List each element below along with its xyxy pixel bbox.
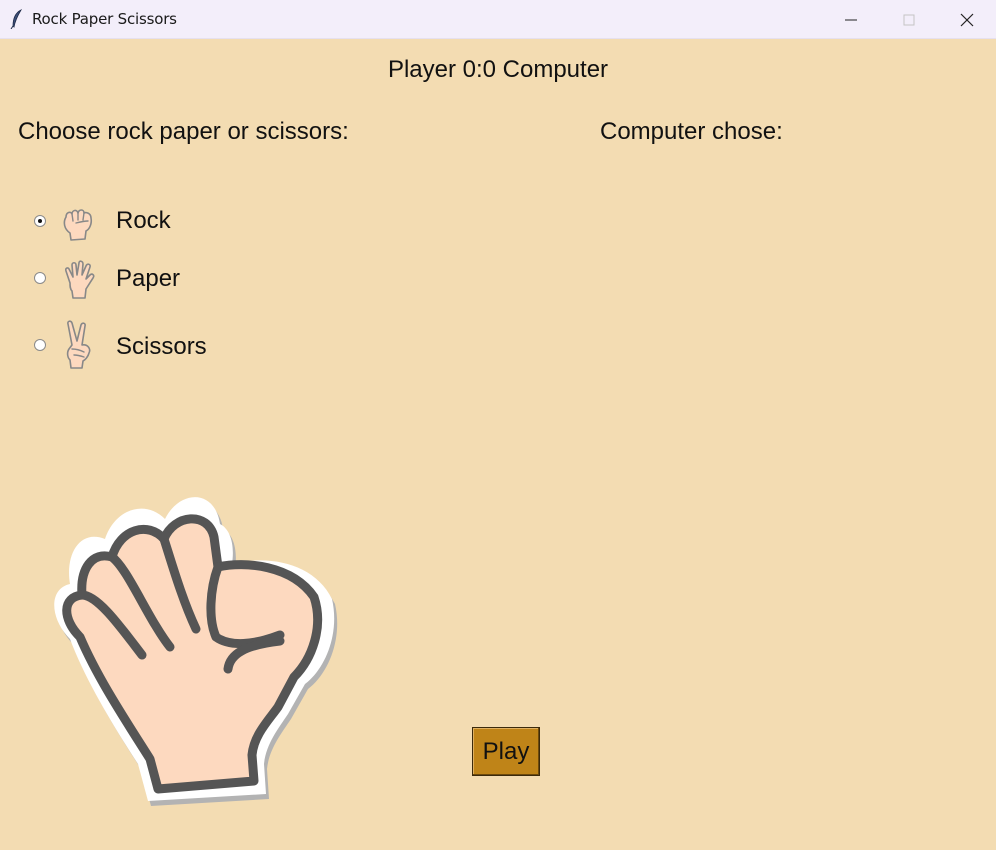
computer-choice-label: Computer chose: [600,118,783,145]
minimize-icon [845,19,857,20]
option-paper[interactable]: Paper [32,257,292,301]
title-bar: Rock Paper Scissors [0,0,996,39]
maximize-button[interactable] [880,0,938,39]
scissors-hand-icon [66,320,91,369]
option-rock[interactable]: Rock [32,199,292,243]
rock-label: Rock [116,207,171,234]
feather-icon [10,9,23,29]
rock-radio[interactable] [34,215,46,227]
choose-prompt: Choose rock paper or scissors: [18,118,349,145]
scissors-radio[interactable] [34,339,46,351]
paper-label: Paper [116,265,181,292]
score-label: Player 0:0 Computer [387,56,609,83]
option-scissors[interactable]: Scissors [32,319,292,369]
play-button[interactable]: Play [472,727,540,776]
minimize-button[interactable] [822,0,880,39]
maximize-icon [903,14,915,25]
scissors-label: Scissors [116,333,207,360]
rock-hand-icon [63,209,93,241]
paper-radio[interactable] [34,272,46,284]
paper-hand-icon [65,260,95,299]
close-button[interactable] [938,0,996,39]
close-icon [960,13,974,26]
game-area: Player 0:0 Computer Choose rock paper or… [0,39,996,850]
rock-fist-icon [54,497,338,806]
window-title: Rock Paper Scissors [32,10,177,28]
